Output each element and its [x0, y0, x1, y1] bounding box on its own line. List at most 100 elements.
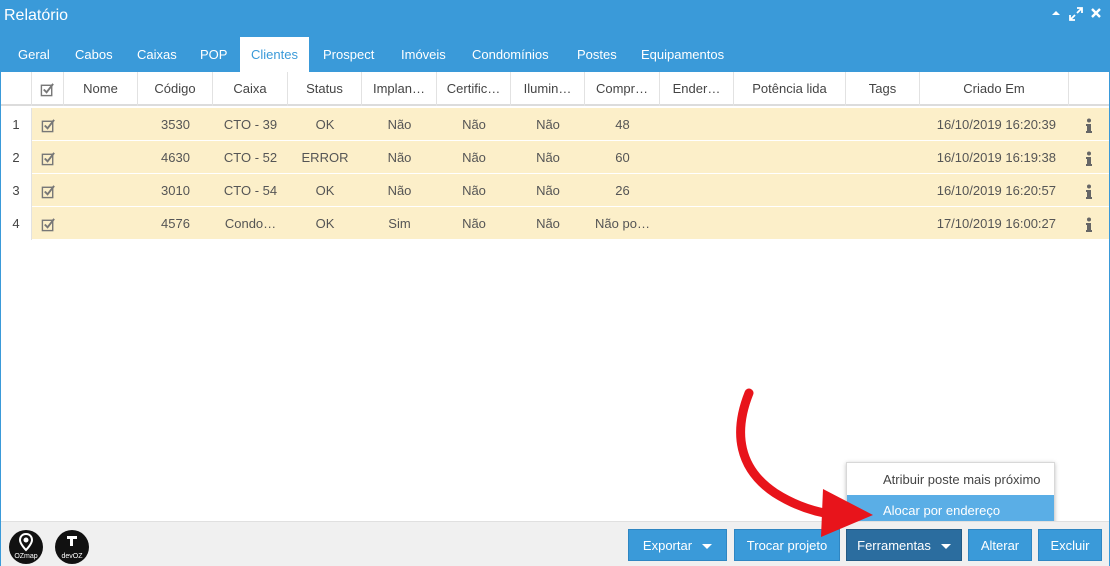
cell-criado-em: 17/10/2019 16:00:27	[936, 216, 1056, 231]
table-row[interactable]: 2 4630 CTO - 52 ERROR Não Não Não 60 16/…	[1, 141, 1109, 174]
header-iluminado[interactable]: Ilumin…	[511, 72, 585, 106]
cell-certificado: Não	[462, 117, 486, 132]
row-checkbox[interactable]	[32, 174, 64, 207]
cell-caixa: Condo…	[224, 216, 277, 231]
header-rownum	[1, 72, 32, 106]
tab-equipamentos[interactable]: Equipamentos	[630, 37, 735, 72]
row-info-button[interactable]	[1069, 108, 1109, 141]
cell-criado-em: 16/10/2019 16:20:57	[936, 183, 1056, 198]
grid-header: Nome Código Caixa Status Implan… Certifi…	[1, 72, 1109, 106]
header-criado-em[interactable]: Criado Em	[920, 72, 1069, 106]
info-icon	[1086, 118, 1092, 133]
cell-certificado: Não	[462, 216, 486, 231]
cell-iluminado: Não	[536, 150, 560, 165]
row-info-button[interactable]	[1069, 174, 1109, 207]
excluir-button[interactable]: Excluir	[1038, 529, 1102, 561]
header-comprimento[interactable]: Compr…	[585, 72, 660, 106]
header-tags[interactable]: Tags	[846, 72, 920, 106]
checkbox-checked-icon	[41, 185, 55, 199]
row-info-button[interactable]	[1069, 207, 1109, 240]
devoz-logo: devOZ	[55, 530, 89, 564]
ozmap-logo: OZmap	[9, 530, 43, 564]
header-actions	[1069, 72, 1109, 106]
header-status[interactable]: Status	[288, 72, 362, 106]
info-icon	[1086, 217, 1092, 232]
cell-comprimento: 26	[615, 183, 630, 198]
close-icon[interactable]	[1089, 7, 1103, 21]
tab-bar: Geral Cabos Caixas POP Clientes Prospect…	[1, 34, 1109, 72]
row-checkbox[interactable]	[32, 207, 64, 240]
row-number: 2	[1, 141, 32, 174]
cell-caixa: CTO - 54	[223, 183, 278, 198]
tab-caixas[interactable]: Caixas	[126, 37, 188, 72]
cell-iluminado: Não	[536, 183, 560, 198]
alterar-button[interactable]: Alterar	[968, 529, 1032, 561]
devoz-logo-label: devOZ	[61, 553, 83, 560]
cell-iluminado: Não	[536, 117, 560, 132]
exportar-label: Exportar	[642, 538, 693, 553]
cell-implantado: Não	[387, 183, 412, 198]
caret-down-icon	[702, 544, 713, 550]
report-window: Relatório Geral Cabos Caixas POP Cliente…	[0, 0, 1110, 566]
collapse-icon[interactable]	[1049, 7, 1063, 21]
table-row[interactable]: 1 3530 CTO - 39 OK Não Não Não 48 16/10/…	[1, 108, 1109, 141]
cell-comprimento: 48	[615, 117, 630, 132]
checkbox-checked-icon	[41, 218, 55, 232]
row-number: 3	[1, 174, 32, 207]
cell-implantado: Não	[387, 117, 412, 132]
ferramentas-dropdown-menu: Atribuir poste mais próximo Alocar por e…	[846, 462, 1055, 527]
row-number: 4	[1, 207, 32, 240]
cell-status: OK	[315, 117, 335, 132]
footer-toolbar: OZmap devOZ Exportar Trocar projeto Ferr…	[1, 521, 1109, 566]
header-codigo[interactable]: Código	[138, 72, 213, 106]
cell-comprimento: 60	[615, 150, 630, 165]
header-potencia[interactable]: Potência lida	[734, 72, 846, 106]
trocar-projeto-button[interactable]: Trocar projeto	[734, 529, 840, 561]
table-row[interactable]: 4 4576 Condo… OK Sim Não Não Não po… 17/…	[1, 207, 1109, 240]
tab-prospect[interactable]: Prospect	[312, 37, 385, 72]
tab-geral[interactable]: Geral	[7, 37, 61, 72]
exportar-button[interactable]: Exportar	[628, 529, 727, 561]
tab-pop[interactable]: POP	[189, 37, 238, 72]
tab-condominios[interactable]: Condomínios	[461, 37, 560, 72]
header-select-all[interactable]	[32, 72, 64, 106]
cell-iluminado: Não	[536, 216, 560, 231]
tab-clientes[interactable]: Clientes	[240, 37, 309, 72]
menu-item-atribuir-poste[interactable]: Atribuir poste mais próximo	[847, 464, 1054, 496]
header-certificado[interactable]: Certific…	[437, 72, 511, 106]
window-title: Relatório	[4, 7, 69, 24]
checkbox-checked-icon	[41, 152, 55, 166]
ferramentas-label: Ferramentas	[857, 538, 931, 553]
row-checkbox[interactable]	[32, 141, 64, 174]
caret-down-icon	[940, 544, 951, 550]
tab-cabos[interactable]: Cabos	[64, 37, 124, 72]
ozmap-logo-label: OZmap	[14, 553, 38, 560]
ferramentas-button[interactable]: Ferramentas	[846, 529, 962, 561]
checkbox-checked-icon	[41, 119, 55, 133]
row-info-button[interactable]	[1069, 141, 1109, 174]
window-controls	[1049, 7, 1103, 21]
maximize-icon[interactable]	[1069, 7, 1083, 21]
tab-imoveis[interactable]: Imóveis	[390, 37, 457, 72]
row-checkbox[interactable]	[32, 108, 64, 141]
header-nome[interactable]: Nome	[64, 72, 138, 106]
cell-codigo: 3530	[161, 117, 190, 132]
info-icon	[1086, 184, 1092, 199]
cell-comprimento: Não po…	[595, 216, 650, 231]
cell-implantado: Não	[387, 150, 412, 165]
cell-codigo: 3010	[161, 183, 190, 198]
cell-certificado: Não	[462, 183, 486, 198]
table-row[interactable]: 3 3010 CTO - 54 OK Não Não Não 26 16/10/…	[1, 174, 1109, 207]
checkbox-checked-icon	[40, 83, 54, 97]
cell-status: OK	[315, 216, 335, 231]
title-bar: Relatório	[1, 1, 1109, 34]
cell-implantado: Sim	[388, 216, 411, 231]
header-caixa[interactable]: Caixa	[213, 72, 288, 106]
info-icon	[1086, 151, 1092, 166]
cell-status: OK	[315, 183, 335, 198]
cell-status: ERROR	[301, 150, 349, 165]
header-endereco[interactable]: Ender…	[660, 72, 734, 106]
tab-postes[interactable]: Postes	[566, 37, 628, 72]
cell-criado-em: 16/10/2019 16:20:39	[936, 117, 1056, 132]
header-implantado[interactable]: Implan…	[362, 72, 437, 106]
